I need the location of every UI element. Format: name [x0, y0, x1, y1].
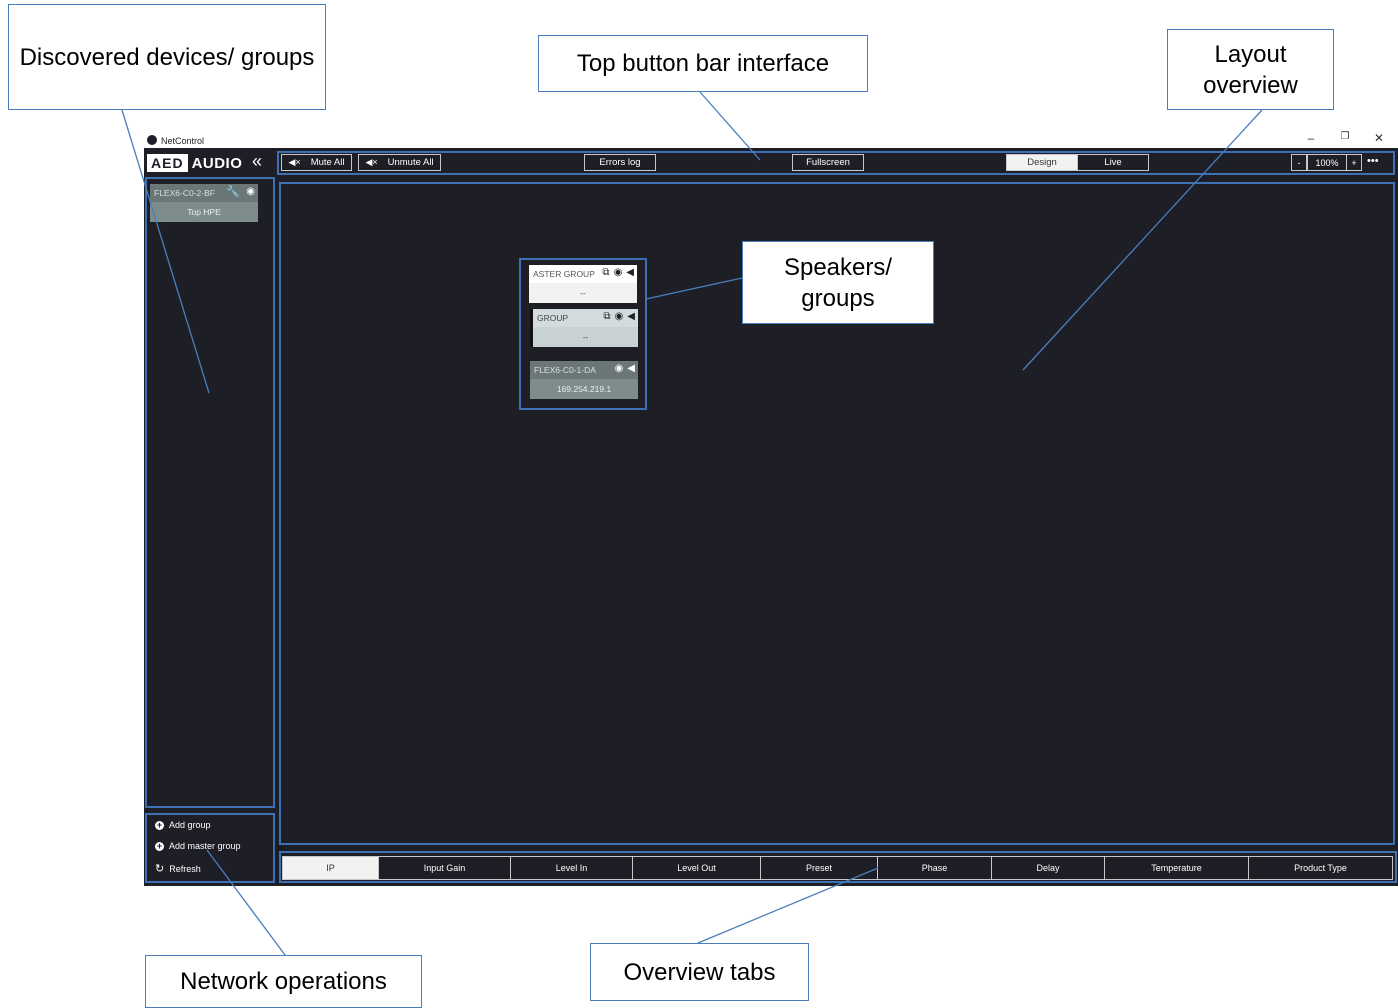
group-card[interactable]: GROUP ⧉ ◉ ◀ --	[530, 309, 638, 347]
refresh-icon: ↻	[155, 863, 165, 875]
mute-icon[interactable]: ◀	[627, 363, 635, 374]
close-icon[interactable]: ✕	[1369, 131, 1389, 145]
mute-icon[interactable]: ◀	[626, 267, 634, 278]
add-group-label: Add group	[169, 820, 211, 830]
master-group-name: ASTER GROUP	[533, 269, 595, 279]
mute-all-button[interactable]: ◀× Mute All	[281, 154, 352, 171]
tab-input-gain[interactable]: Input Gain	[379, 856, 511, 880]
window-title: NetControl	[161, 136, 205, 146]
mute-all-label: Mute All	[310, 157, 345, 168]
callout-discovered-devices: Discovered devices/ groups	[8, 4, 326, 110]
master-group-card[interactable]: ASTER GROUP ⧉ ◉ ◀ --	[529, 265, 637, 303]
plus-circle-icon: +	[155, 840, 164, 851]
callout-layout-overview: Layout overview	[1167, 29, 1334, 110]
locate-icon[interactable]: ◉	[615, 363, 624, 374]
zoom-level: 100%	[1307, 154, 1347, 171]
group-subtitle: --	[582, 332, 589, 342]
device-subtitle: Top HPE	[187, 207, 221, 217]
callout-speakers-groups: Speakers/ groups	[742, 241, 934, 324]
add-master-group-button[interactable]: + Add master group	[155, 841, 241, 851]
callout-overview-tabs: Overview tabs	[590, 943, 809, 1001]
speaker-card[interactable]: FLEX6-C0-1-DA ◉ ◀ 169.254.219.1	[530, 361, 638, 399]
group-icon[interactable]: ⧉	[602, 267, 609, 278]
more-options-icon[interactable]: •••	[1367, 155, 1379, 167]
design-mode-button[interactable]: Design	[1006, 154, 1078, 171]
callout-network-operations: Network operations	[145, 955, 422, 1008]
mute-icon[interactable]: ◀	[627, 311, 635, 322]
aed-audio-logo: AED AUDIO	[147, 152, 242, 174]
tab-level-in[interactable]: Level In	[511, 856, 633, 880]
logo-aed: AED	[147, 154, 188, 172]
tab-level-out[interactable]: Level Out	[633, 856, 761, 880]
tab-product-type[interactable]: Product Type	[1249, 856, 1393, 880]
wrench-icon[interactable]: 🔧	[226, 185, 240, 198]
minimize-icon[interactable]: –	[1301, 131, 1321, 145]
live-mode-button[interactable]: Live	[1077, 154, 1149, 171]
plus-circle-icon: +	[155, 819, 164, 830]
device-name: FLEX6-C0-2-BF	[154, 188, 215, 198]
collapse-sidebar-icon[interactable]: «	[252, 151, 262, 172]
unmute-all-label: Unmute All	[387, 157, 434, 168]
tab-phase[interactable]: Phase	[878, 856, 992, 880]
app-icon	[147, 135, 157, 145]
overview-tabs: IP Input Gain Level In Level Out Preset …	[282, 856, 1393, 880]
add-group-button[interactable]: + Add group	[155, 820, 211, 830]
master-group-subtitle: --	[580, 288, 586, 298]
refresh-label: Refresh	[169, 863, 201, 874]
group-icon[interactable]: ⧉	[603, 311, 610, 322]
zoom-in-button[interactable]: +	[1346, 154, 1362, 171]
refresh-button[interactable]: ↻ Refresh	[155, 862, 201, 875]
fullscreen-button[interactable]: Fullscreen	[792, 154, 864, 171]
tab-preset[interactable]: Preset	[761, 856, 878, 880]
tab-ip[interactable]: IP	[282, 856, 379, 880]
add-master-group-label: Add master group	[169, 841, 241, 851]
unmute-all-button[interactable]: ◀× Unmute All	[358, 154, 441, 171]
callout-top-button-bar: Top button bar interface	[538, 35, 868, 92]
zoom-out-button[interactable]: -	[1291, 154, 1307, 171]
device-list-panel	[145, 177, 275, 808]
discovered-device-card[interactable]: FLEX6-C0-2-BF 🔧 ◉ Top HPE	[150, 184, 258, 222]
tab-temperature[interactable]: Temperature	[1105, 856, 1249, 880]
group-name: GROUP	[537, 313, 569, 323]
locate-icon[interactable]: ◉	[615, 311, 624, 322]
logo-audio: AUDIO	[191, 154, 243, 172]
speaker-ip: 169.254.219.1	[556, 384, 612, 394]
tab-delay[interactable]: Delay	[992, 856, 1105, 880]
speaker-unmute-icon: ◀×	[365, 157, 378, 167]
restore-icon[interactable]: ❐	[1335, 131, 1355, 142]
speaker-mute-icon: ◀×	[288, 157, 301, 167]
errors-log-button[interactable]: Errors log	[584, 154, 656, 171]
speaker-name: FLEX6-C0-1-DA	[534, 365, 596, 375]
locate-icon[interactable]: ◉	[246, 186, 255, 197]
locate-icon[interactable]: ◉	[614, 267, 623, 278]
